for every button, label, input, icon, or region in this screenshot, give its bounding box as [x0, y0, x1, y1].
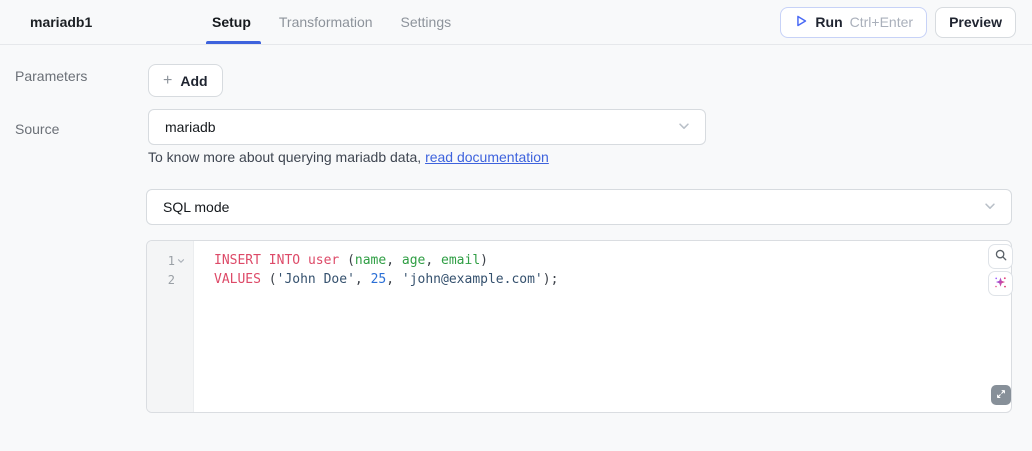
tab-settings-label: Settings [401, 14, 452, 30]
tab-settings[interactable]: Settings [399, 0, 454, 44]
add-parameter-button[interactable]: + Add [148, 64, 223, 97]
run-button[interactable]: Run Ctrl+Enter [780, 7, 927, 38]
run-shortcut-label: Ctrl+Enter [850, 14, 913, 30]
query-name[interactable]: mariadb1 [30, 14, 210, 30]
plus-icon: + [163, 73, 172, 89]
editor-code-area[interactable]: INSERT INTO user (name, age, email)VALUE… [194, 241, 1011, 412]
expand-editor-button[interactable] [991, 385, 1011, 405]
tab-transformation[interactable]: Transformation [277, 0, 375, 44]
code-line: INSERT INTO user (name, age, email) [214, 251, 1011, 270]
run-button-label: Run [815, 14, 842, 30]
source-helper-text: To know more about querying mariadb data… [148, 149, 549, 165]
tab-transformation-label: Transformation [279, 14, 373, 30]
source-select-value: mariadb [165, 119, 216, 135]
editor-search-button[interactable] [988, 244, 1013, 269]
tab-setup-label: Setup [212, 14, 251, 30]
code-line: VALUES ('John Doe', 25, 'john@example.co… [214, 270, 1011, 289]
preview-button[interactable]: Preview [935, 7, 1016, 38]
gutter-line: 1 [147, 251, 193, 270]
query-mode-value: SQL mode [163, 199, 229, 215]
editor-gutter: 12 [147, 241, 194, 412]
query-header: mariadb1 Setup Transformation Settings R… [0, 0, 1032, 45]
source-select[interactable]: mariadb [148, 109, 706, 145]
tab-setup[interactable]: Setup [210, 0, 253, 44]
read-documentation-link[interactable]: read documentation [425, 149, 549, 165]
query-mode-select[interactable]: SQL mode [146, 189, 1012, 225]
header-actions: Run Ctrl+Enter Preview [780, 0, 1016, 44]
chevron-down-icon [983, 199, 997, 216]
query-editor-panel: mariadb1 Setup Transformation Settings R… [0, 0, 1032, 451]
gutter-line: 2 [147, 270, 193, 289]
source-label: Source [15, 121, 59, 137]
parameters-label: Parameters [15, 68, 87, 84]
ai-assist-button[interactable] [988, 271, 1013, 296]
header-tabs: Setup Transformation Settings [210, 0, 453, 44]
play-icon [794, 14, 808, 31]
sql-code-editor[interactable]: 12 INSERT INTO user (name, age, email)VA… [146, 240, 1012, 413]
expand-icon [995, 388, 1007, 403]
ai-sparkle-icon [993, 275, 1008, 293]
chevron-down-icon [677, 119, 691, 136]
fold-chevron-icon[interactable] [175, 257, 187, 265]
add-button-label: Add [180, 73, 207, 89]
search-icon [994, 248, 1008, 265]
